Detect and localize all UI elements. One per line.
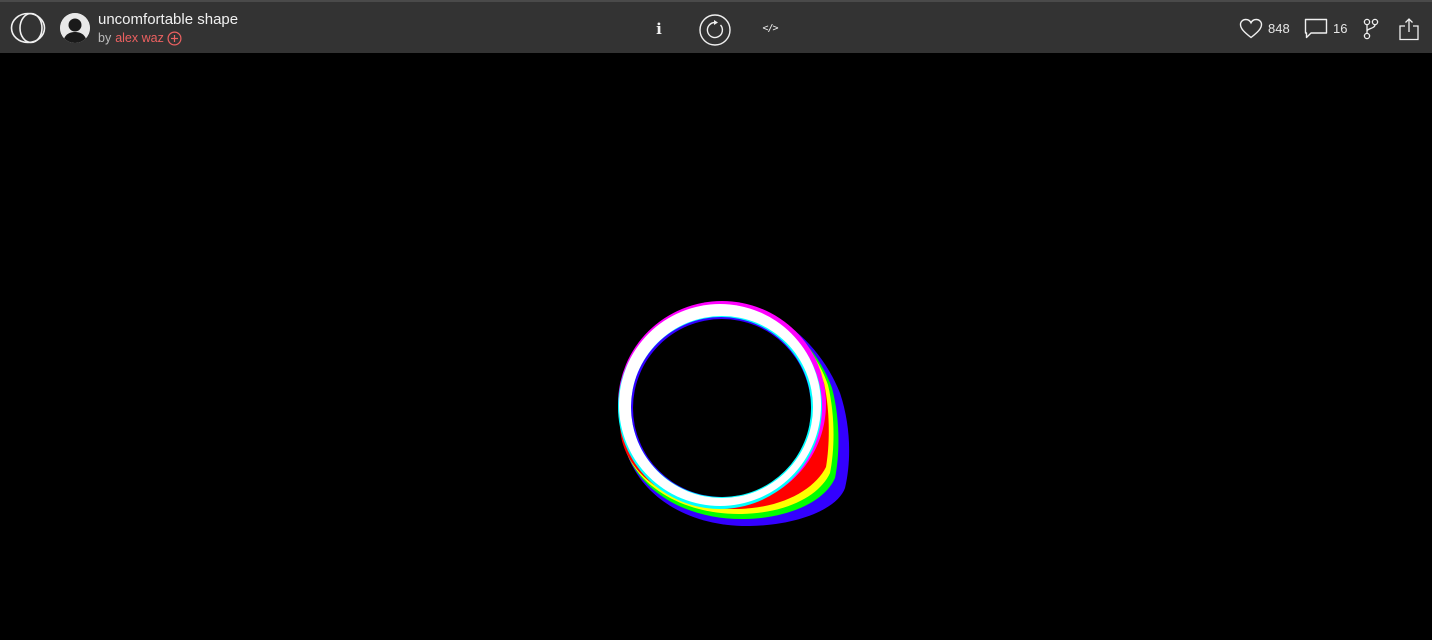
rainbow-ring-shape (618, 301, 850, 527)
author-avatar[interactable] (60, 13, 90, 43)
sketch-title: uncomfortable shape (98, 11, 239, 28)
sketch-canvas[interactable] (0, 53, 1432, 640)
top-toolbar: uncomfortable shape by alex waz i </> 84… (0, 0, 1432, 53)
by-label: by (98, 31, 112, 45)
plus-circle-icon[interactable] (167, 30, 182, 46)
code-button[interactable]: </> (760, 18, 780, 40)
comments-stat[interactable]: 16 (1304, 18, 1347, 39)
byline: by alex waz (98, 30, 238, 46)
sketch-title-block: uncomfortable shape by alex waz (98, 10, 238, 46)
avatar-silhouette-icon (60, 13, 90, 43)
fork-icon[interactable] (1363, 18, 1379, 40)
author-link[interactable]: alex waz (115, 30, 164, 46)
ring-hole (633, 319, 811, 497)
hearts-stat[interactable]: 848 (1239, 18, 1290, 39)
heart-icon (1239, 18, 1263, 39)
comment-icon (1304, 18, 1328, 39)
hearts-count: 848 (1268, 21, 1290, 36)
share-icon[interactable] (1398, 17, 1420, 41)
restart-icon[interactable] (699, 14, 731, 46)
openprocessing-logo-icon[interactable] (10, 12, 46, 44)
comments-count: 16 (1333, 21, 1348, 36)
info-button[interactable]: i (652, 18, 666, 40)
